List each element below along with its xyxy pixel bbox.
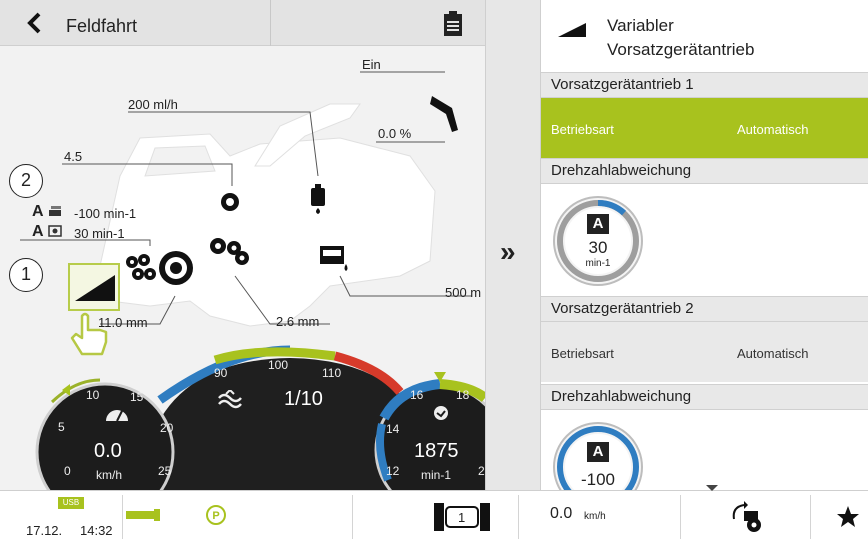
back-arrow-icon[interactable]	[26, 12, 42, 34]
label-a2-value: 30 min-1	[74, 226, 125, 241]
deviation-dial-1[interactable]: A 30 min-1	[551, 194, 645, 288]
mode-row-2[interactable]: Betriebsart Automatisch	[541, 322, 868, 382]
panel-title-line1: Variabler	[607, 16, 674, 35]
label-ein: Ein	[362, 57, 381, 72]
additive-applicator-icon	[126, 509, 160, 521]
topbar-divider	[270, 0, 271, 46]
machine-settings-icon[interactable]	[728, 499, 768, 535]
fuel-tank-icon	[320, 246, 348, 271]
page-title: Feldfahrt	[66, 16, 138, 36]
label-height: 4.5	[64, 149, 83, 164]
additive-tank-icon	[311, 184, 325, 214]
gauge-cluster	[35, 345, 485, 490]
feeder-drive-icon	[48, 225, 62, 237]
callout-2: 2	[9, 164, 43, 198]
mode-label-1: Betriebsart	[551, 122, 614, 137]
status-time: 14:32	[80, 523, 113, 538]
rpm-value: 1875	[414, 440, 459, 462]
deviation-dial-2[interactable]: A -100	[551, 420, 645, 490]
drawer-handle-icon[interactable]	[706, 485, 718, 491]
gear-indicator: 1	[432, 501, 492, 533]
dial-1-letter: A	[587, 214, 609, 234]
speed-tick-15: 15	[130, 390, 144, 404]
header-wedge-icon-small	[558, 23, 586, 37]
header-drive-icon	[49, 206, 61, 216]
rpm-tick-18: 18	[456, 388, 470, 402]
dial-2-letter: A	[587, 442, 609, 462]
speed-tick-0: 0	[64, 464, 71, 478]
double-chevron-right-icon[interactable]: »	[500, 236, 516, 268]
dial-2-value: -100	[580, 470, 616, 489]
label-flow: 200 ml/h	[128, 97, 178, 112]
mode-label-2: Betriebsart	[551, 346, 614, 361]
label-percent: 0.0 %	[378, 126, 412, 141]
middle-tick-90: 90	[214, 366, 228, 380]
speed-tick-5: 5	[58, 420, 65, 434]
panel-title-line2: Vorsatzgerätantrieb	[607, 40, 755, 59]
top-bar: Feldfahrt	[0, 0, 485, 46]
speed-tick-20: 20	[160, 421, 174, 435]
bottom-speed-value: 0.0	[550, 505, 573, 522]
rpm-tick-14: 14	[386, 422, 400, 436]
a-letter-2: A	[32, 223, 44, 240]
rpm-unit: min-1	[421, 468, 452, 482]
usb-indicator: USB	[58, 497, 84, 509]
label-26mm: 2.6 mm	[276, 314, 320, 329]
rotor-speed-icon	[434, 406, 448, 420]
bottom-speed-unit: km/h	[584, 511, 606, 522]
status-divider	[518, 495, 519, 539]
svg-text:P: P	[212, 510, 219, 522]
a-letter-1: A	[32, 203, 44, 220]
header-drive-button[interactable]	[68, 263, 120, 311]
section-header-deviation-2: Drehzahlabweichung	[541, 384, 868, 410]
rpm-tick-2: 2	[478, 464, 485, 478]
spout-icon	[430, 96, 458, 132]
middle-tick-110: 110	[322, 366, 342, 380]
status-divider	[680, 495, 681, 539]
callout-1: 1	[9, 258, 43, 292]
status-divider	[352, 495, 353, 539]
dial-1-value: 30	[588, 238, 608, 257]
middle-value: 1/10	[284, 388, 323, 410]
clipboard-icon[interactable]	[440, 10, 466, 38]
section-header-deviation-1: Drehzahlabweichung	[541, 158, 868, 184]
main-screen: Feldfahrt Ein 200 ml/h 0.0 % 4.5 500 m 1…	[0, 0, 485, 490]
mode-value-1: Automatisch	[737, 122, 809, 137]
speed-value: 0.0	[94, 440, 122, 462]
label-a1-value: -100 min-1	[74, 206, 137, 221]
status-bar: USB 17.12. 14:32 P 1 0.0 km/h	[0, 485, 868, 542]
speed-unit: km/h	[96, 468, 123, 482]
middle-tick-100: 100	[268, 358, 289, 372]
engine-load-icon	[218, 390, 242, 409]
speed-tick-10: 10	[86, 388, 100, 402]
mode-value-2: Automatisch	[737, 346, 809, 361]
beater-rollers-icon	[210, 238, 249, 265]
dial-1-unit: min-1	[585, 258, 611, 269]
label-distance: 500 m	[445, 285, 482, 300]
mode-row-1[interactable]: Betriebsart Automatisch	[541, 98, 868, 158]
section-header-drive-1: Vorsatzgerätantrieb 1	[541, 72, 868, 98]
status-date: 17.12.	[26, 523, 63, 538]
status-divider	[122, 495, 123, 539]
status-divider	[810, 495, 811, 539]
parking-brake-icon: P	[206, 505, 226, 525]
gear-value: 1	[458, 510, 466, 525]
rotor-icon	[126, 251, 193, 285]
section-header-drive-2: Vorsatzgerätantrieb 2	[541, 296, 868, 322]
speed-tick-25: 25	[158, 464, 172, 478]
speedometer-icon	[106, 410, 128, 422]
favorites-star-icon[interactable]	[836, 505, 860, 529]
side-panel: Variabler Vorsatzgerätantrieb Vorsatzger…	[541, 0, 868, 490]
header-wedge-icon	[75, 275, 115, 301]
cutterhead-gear-icon	[221, 193, 239, 211]
rpm-tick-12: 12	[386, 464, 400, 478]
rpm-tick-16: 16	[410, 388, 424, 402]
